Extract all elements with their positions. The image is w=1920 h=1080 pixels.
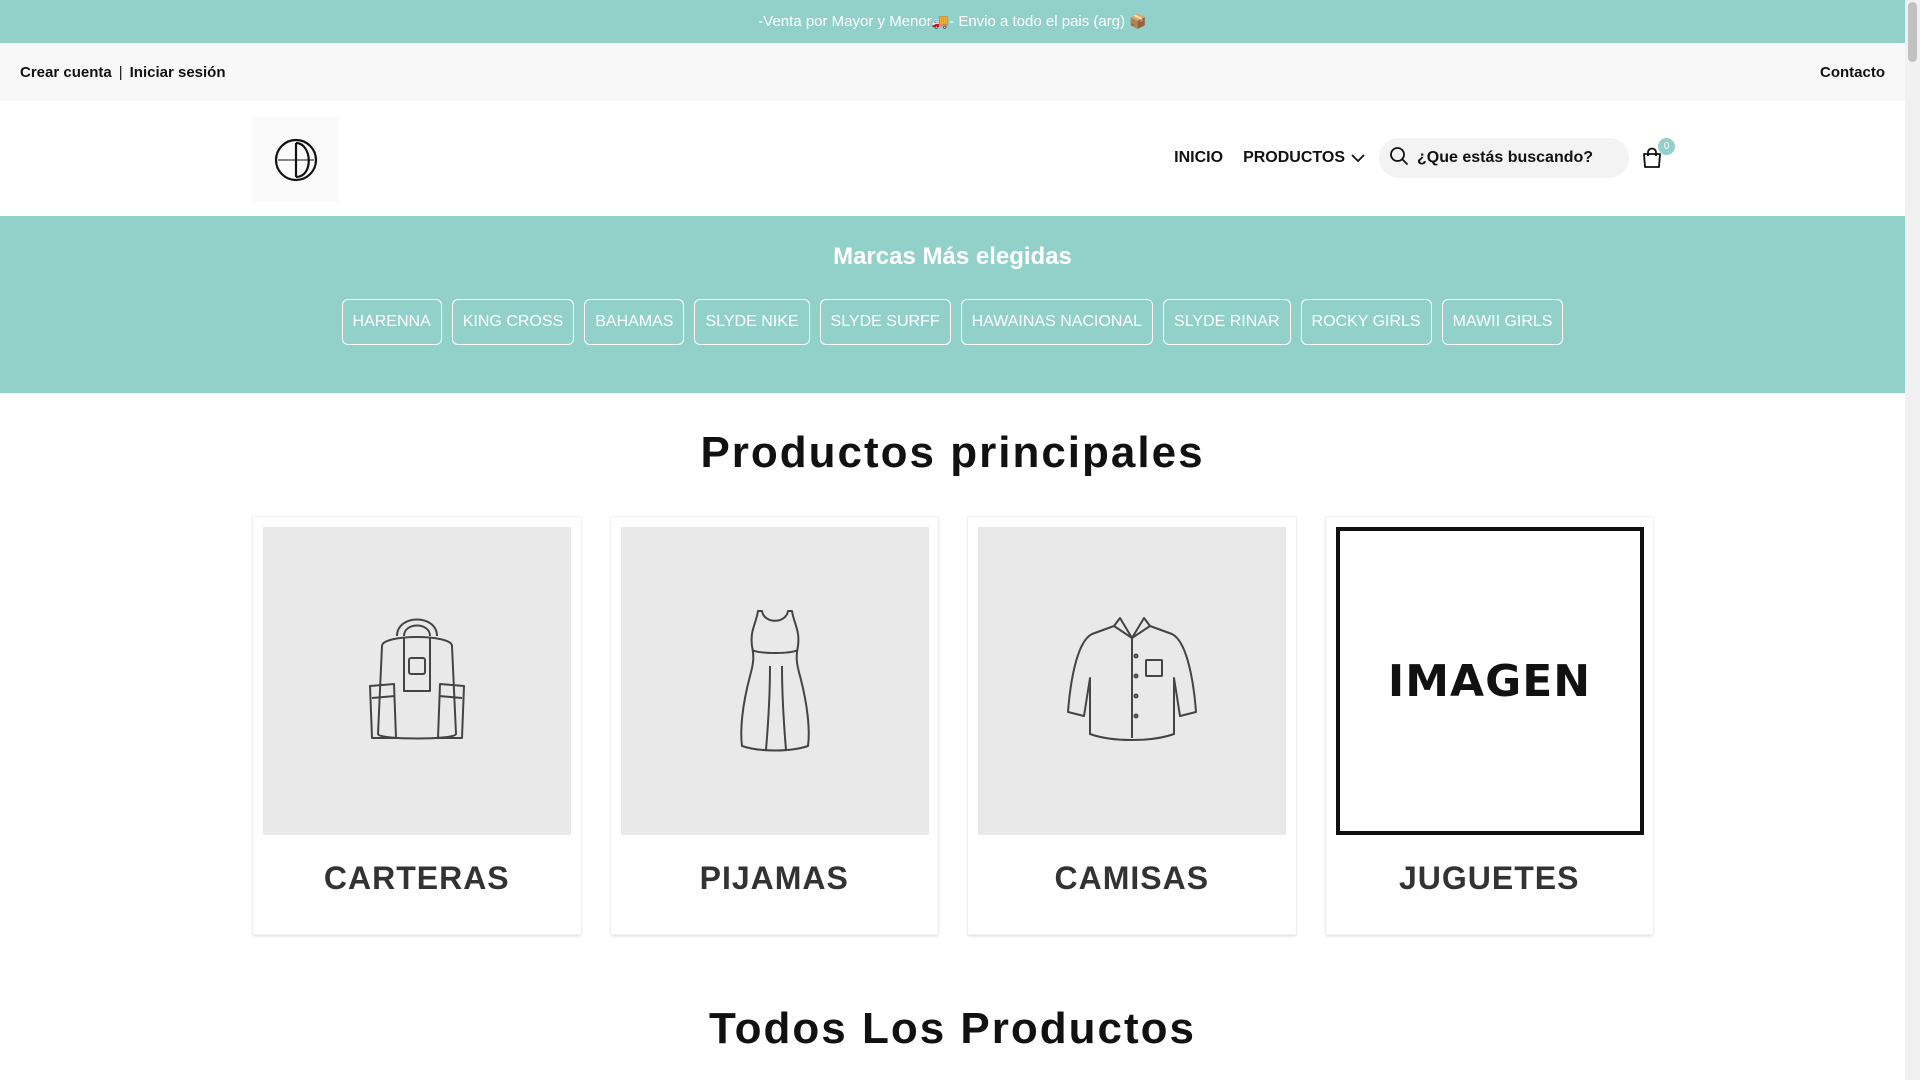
chevron-down-icon [1351,153,1365,163]
account-separator: | [118,63,123,81]
brands-section: Marcas Más elegidas HARENNA KING CROSS B… [0,216,1905,393]
announcement-text-middle: - Envio a todo el pais (arg) [949,13,1130,30]
site-header: INICIO PRODUCTOS 0 [0,101,1905,216]
login-link[interactable]: Iniciar sesión [130,64,226,81]
brand-chip[interactable]: SLYDE SURFF [819,299,951,345]
scrollbar-thumb[interactable] [1908,2,1917,62]
announcement-text-start: -Venta por Mayor y Menor [758,13,932,30]
brand-chip[interactable]: BAHAMAS [584,299,685,345]
shirt-icon [1067,617,1197,741]
brand-chip[interactable]: KING CROSS [451,299,575,345]
product-image [263,527,571,835]
nav-inicio[interactable]: INICIO [1174,149,1223,167]
category-card-carteras[interactable]: CARTERAS [253,517,581,934]
contact-link[interactable]: Contacto [1820,64,1885,81]
truck-icon: 🚚 [931,13,950,30]
brand-chip[interactable]: HAWAINAS NACIONAL [960,299,1154,345]
main-products-title: Productos principales [700,428,1205,477]
all-products-title: Todos Los Productos [709,1004,1196,1053]
nav-productos-label: PRODUCTOS [1243,149,1345,166]
product-image [620,527,929,835]
cart-count-badge: 0 [1658,138,1675,155]
main-nav: INICIO PRODUCTOS 0 [1174,137,1675,179]
brand-chip-list: HARENNA KING CROSS BAHAMAS SLYDE NIKE SL… [0,299,1905,345]
product-image: IMAGEN [1335,527,1644,835]
backpack-icon [369,618,465,740]
main-products-grid: CARTERAS PIJAMAS CAMISAS IMAGEN JUGUETES [253,517,1653,934]
category-label: CAMISAS [1054,860,1210,896]
category-card-camisas[interactable]: CAMISAS [968,517,1296,934]
category-label: CARTERAS [323,860,510,896]
search-icon[interactable] [1389,146,1409,171]
logo-icon [274,138,317,181]
nav-productos[interactable]: PRODUCTOS [1243,149,1365,167]
brands-title: Marcas Más elegidas [833,243,1072,270]
announcement-bar: -Venta por Mayor y Menor 🚚 - Envio a tod… [0,0,1905,43]
product-image [978,527,1286,835]
category-card-juguetes[interactable]: IMAGEN JUGUETES [1325,517,1653,934]
dress-icon [739,610,810,752]
brand-chip[interactable]: HARENNA [341,299,442,345]
category-label: JUGUETES [1399,860,1580,896]
create-account-link[interactable]: Crear cuenta [20,64,112,81]
brand-chip[interactable]: ROCKY GIRLS [1300,299,1432,345]
package-icon: 📦 [1129,13,1147,30]
brand-chip[interactable]: SLYDE RINAR [1163,299,1291,345]
cart-button[interactable]: 0 [1639,138,1675,172]
page-scrollbar[interactable] [1905,0,1920,1080]
category-label: PIJAMAS [699,860,849,896]
brand-chip[interactable]: SLYDE NIKE [694,299,810,345]
search-input[interactable] [1417,149,1607,167]
store-logo[interactable] [253,117,338,202]
search-box [1379,138,1629,178]
account-bar: Crear cuenta | Iniciar sesión Contacto [0,43,1905,101]
brand-chip[interactable]: MAWII GIRLS [1441,299,1564,345]
category-card-pijamas[interactable]: PIJAMAS [610,517,938,934]
placeholder-image-text: IMAGEN [1387,655,1592,707]
